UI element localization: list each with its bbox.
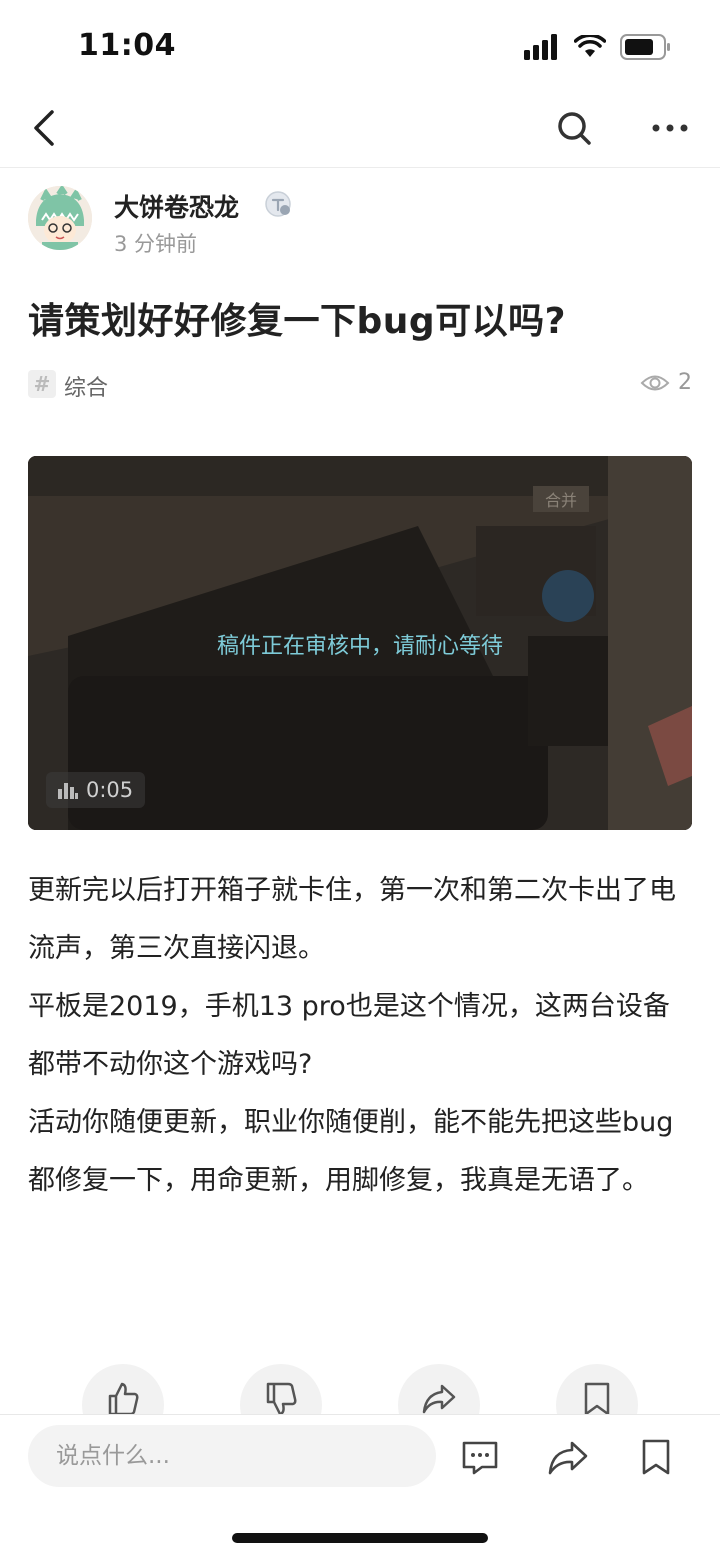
comment-input[interactable]: 说点什么... [28, 1425, 436, 1487]
post-time: 3 分钟前 [114, 232, 198, 256]
badge-icon [265, 191, 291, 217]
home-indicator [232, 1533, 488, 1543]
bookmark-button[interactable] [556, 1364, 638, 1414]
video-duration: 0:05 [46, 772, 146, 808]
bookmark-icon[interactable] [634, 1435, 678, 1479]
review-status-text: 稿件正在审核中，请耐心等待 [216, 634, 503, 659]
eye-icon [640, 375, 670, 390]
battery-icon [620, 34, 670, 60]
svg-text:合并: 合并 [545, 491, 577, 510]
video-player[interactable]: 合并 稿件正在审核中，请耐心等待 0:05 [28, 456, 692, 830]
bookmark-icon [584, 1382, 610, 1414]
post-meta: # 综合 2 [28, 366, 692, 402]
share-icon [422, 1384, 456, 1414]
like-button[interactable] [82, 1364, 164, 1414]
signal-icon [524, 34, 557, 60]
wifi-icon [574, 35, 606, 57]
share-icon[interactable] [546, 1435, 590, 1479]
author-name[interactable]: 大饼卷恐龙 [114, 188, 239, 224]
status-icons [524, 34, 672, 60]
bottom-bar: 说点什么... [0, 1414, 720, 1558]
topic-hash-icon[interactable]: # [28, 370, 56, 398]
post-actions [0, 1364, 720, 1414]
dislike-icon [266, 1382, 297, 1414]
more-icon[interactable] [648, 106, 692, 150]
dislike-button[interactable] [240, 1364, 322, 1414]
post-paragraph: 活动你随便更新，职业你随便削，能不能先把这些bug都修复一下，用命更新，用脚修复… [28, 1107, 674, 1196]
status-bar: 11:04 [0, 0, 720, 90]
comment-icon[interactable] [458, 1435, 502, 1479]
share-button[interactable] [398, 1364, 480, 1414]
like-icon [108, 1382, 139, 1414]
back-icon[interactable] [26, 106, 70, 150]
view-count: 2 [640, 370, 692, 395]
post-paragraph: 更新完以后打开箱子就卡住，第一次和第二次卡出了电流声，第三次直接闪退。 [28, 875, 676, 964]
search-icon[interactable] [552, 106, 596, 150]
avatar-image [28, 186, 92, 250]
author-header: 大饼卷恐龙 3 分钟前 [28, 186, 692, 256]
view-count-value: 2 [678, 370, 692, 395]
status-time: 11:04 [78, 28, 176, 63]
post-paragraph: 平板是2019，手机13 pro也是这个情况，这两台设备都带不动你这个游戏吗? [28, 991, 670, 1080]
post-body: 更新完以后打开箱子就卡住，第一次和第二次卡出了电流声，第三次直接闪退。 平板是2… [28, 862, 692, 1210]
post-title: 请策划好好修复一下bug可以吗? [28, 301, 567, 342]
bar-chart-icon [58, 783, 78, 799]
nav-bar [0, 90, 720, 168]
avatar[interactable] [28, 186, 92, 250]
topic-label[interactable]: 综合 [64, 370, 108, 402]
video-duration-value: 0:05 [86, 778, 134, 802]
